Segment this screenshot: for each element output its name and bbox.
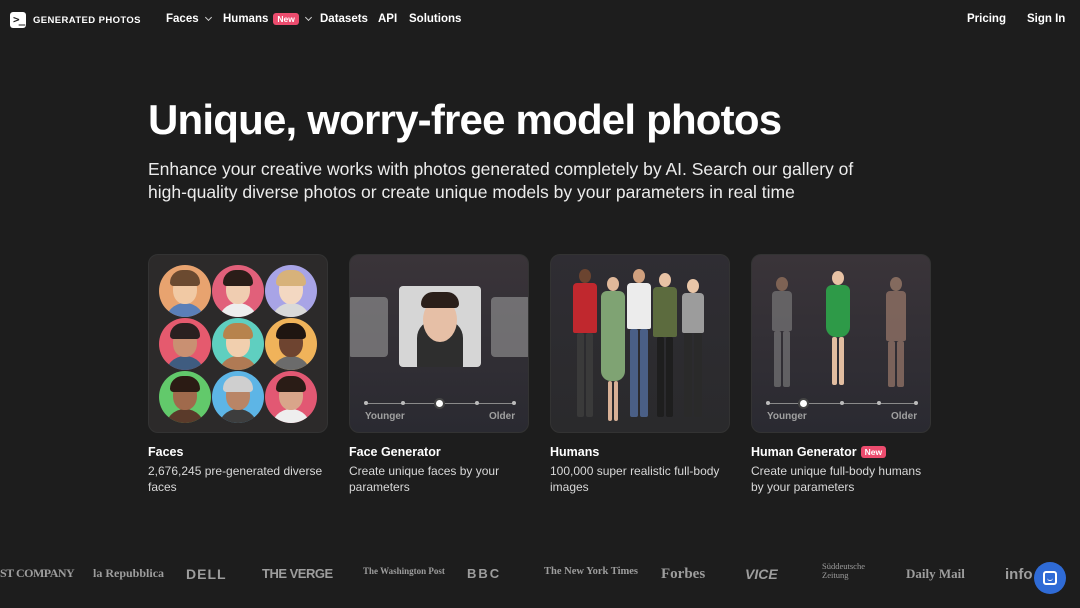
nav-sign-in[interactable]: Sign In (1027, 13, 1065, 25)
press-logo: The New York Times (544, 566, 639, 577)
page-subtitle: Enhance your creative works with photos … (148, 159, 854, 202)
human-generator-preview: Younger Older (751, 254, 931, 433)
age-slider-handle[interactable] (434, 398, 445, 409)
face-generator-preview: Younger Older (349, 254, 529, 433)
nav-faces-label: Faces (166, 13, 199, 25)
nav-humans[interactable]: Humans New (223, 13, 312, 25)
nav-pricing[interactable]: Pricing (967, 13, 1006, 25)
humans-preview (550, 254, 730, 433)
chat-support-button[interactable] (1034, 562, 1066, 594)
face-preview-left (350, 297, 388, 357)
logo-text: GENERATED PHOTOS (33, 14, 141, 26)
face-thumb (265, 265, 317, 317)
face-thumb (159, 265, 211, 317)
new-badge: New (273, 13, 299, 25)
card-title: Humans (550, 445, 600, 459)
face-thumb (212, 265, 264, 317)
press-logo: VICE (745, 566, 778, 582)
press-logo: Daily Mail (906, 566, 965, 581)
card-desc: Create unique faces by your parameters (349, 464, 500, 494)
card-humans[interactable]: Humans 100,000 super realistic full-body… (550, 254, 730, 495)
press-logo: BBC (467, 566, 502, 581)
face-thumb (159, 318, 211, 370)
card-title: Face Generator (349, 445, 441, 459)
logo-icon: >_ (10, 12, 26, 28)
press-logo: ST COMPANY (0, 566, 75, 580)
slider-max-label: Older (891, 411, 918, 422)
card-desc: Create unique full-body humans by your p… (751, 464, 922, 494)
chevron-down-icon (204, 13, 212, 22)
faces-collage (148, 254, 328, 433)
press-logo: la Repubblica (93, 566, 165, 580)
card-title: Faces (148, 445, 184, 459)
nav-humans-label: Humans (223, 13, 269, 25)
nav-faces[interactable]: Faces (166, 13, 212, 25)
slider-min-label: Younger (365, 411, 405, 422)
nav-solutions[interactable]: Solutions (409, 13, 461, 25)
press-logo: Süddeutsche Zeitung (822, 561, 865, 580)
card-face-generator[interactable]: Younger Older Face Generator Create uniq… (349, 254, 529, 495)
face-preview-main (399, 286, 481, 367)
face-thumb (159, 371, 211, 423)
logo[interactable]: >_ GENERATED PHOTOS (10, 12, 141, 28)
press-logo: DELL (186, 566, 227, 582)
press-logos: ST COMPANY la Repubblica DELL THE VERGE … (0, 562, 1080, 586)
chat-icon (1043, 571, 1057, 585)
press-logo: Forbes (661, 566, 706, 582)
slider-max-label: Older (489, 411, 516, 422)
nav-api[interactable]: API (378, 13, 397, 25)
age-slider-handle[interactable] (798, 398, 809, 409)
card-faces[interactable]: Faces 2,676,245 pre-generated diverse fa… (148, 254, 328, 495)
face-thumb (265, 371, 317, 423)
card-title-text: Human Generator (751, 445, 857, 459)
slider-min-label: Younger (767, 411, 807, 422)
card-human-generator[interactable]: Younger Older Human Generator New Create… (751, 254, 931, 495)
face-thumb (212, 318, 264, 370)
face-thumb (265, 318, 317, 370)
card-desc: 100,000 super realistic full-body images (550, 464, 720, 494)
new-badge: New (860, 446, 887, 458)
nav-datasets[interactable]: Datasets (320, 13, 368, 25)
press-logo: info (1005, 566, 1033, 583)
face-preview-right (491, 297, 528, 357)
press-logo: THE VERGE (262, 566, 333, 581)
top-nav: >_ GENERATED PHOTOS Faces Humans New Dat… (0, 0, 1080, 40)
card-title: Human Generator New (751, 445, 931, 459)
press-logo: The Washington Post (363, 566, 445, 576)
chevron-down-icon (304, 13, 312, 22)
face-thumb (212, 371, 264, 423)
card-desc: 2,676,245 pre-generated diverse faces (148, 464, 323, 494)
page-title: Unique, worry-free model photos (148, 96, 782, 143)
